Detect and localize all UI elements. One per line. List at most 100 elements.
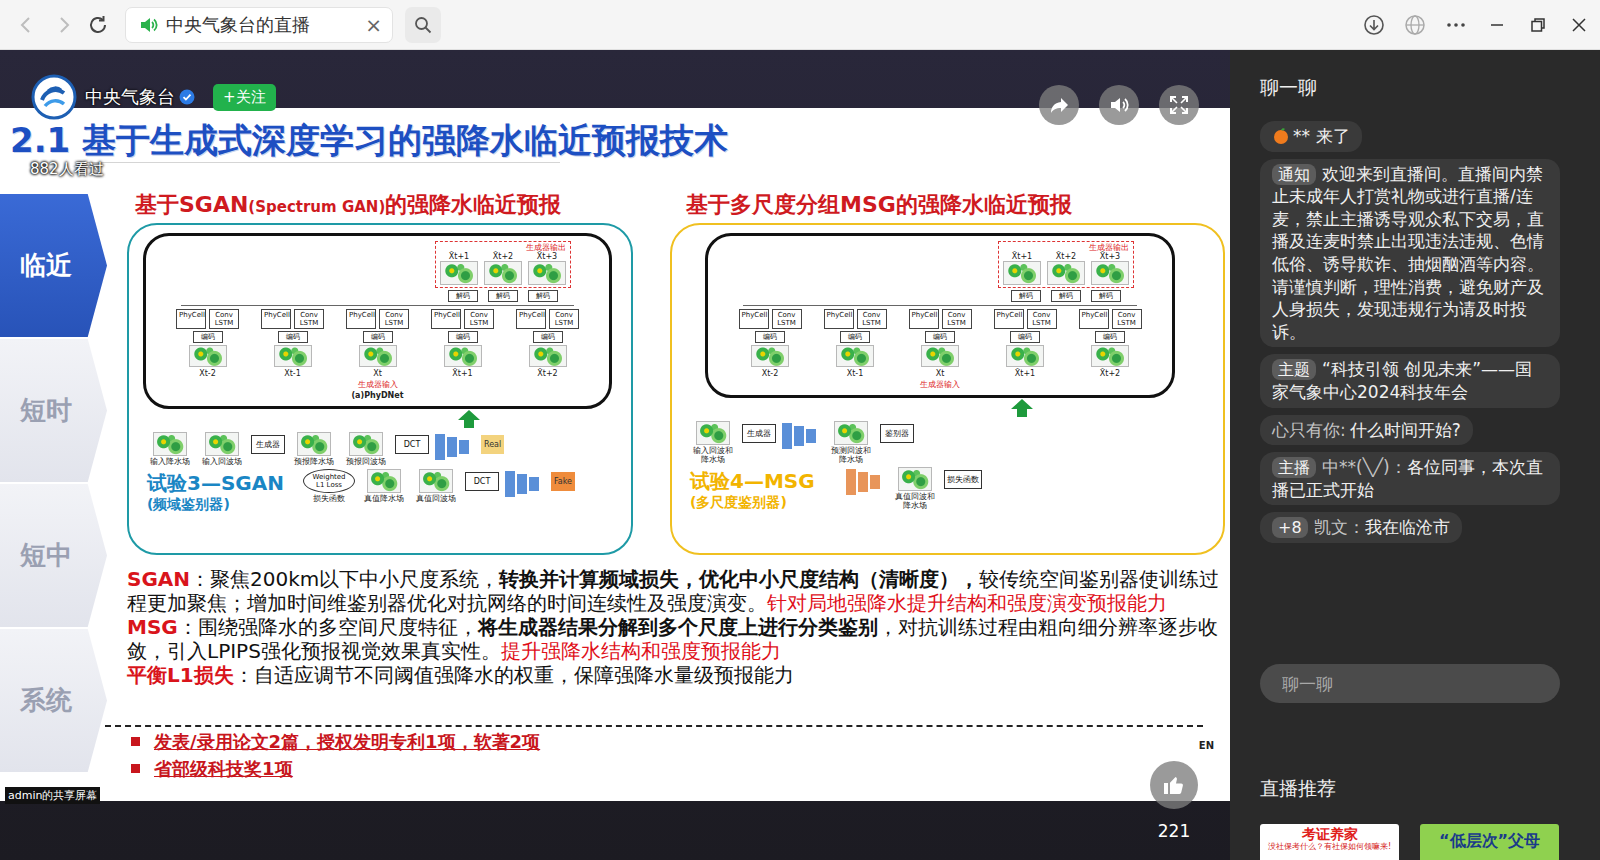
download-icon[interactable] — [1359, 10, 1389, 40]
restore-icon[interactable] — [1523, 10, 1553, 40]
panel-heading: 基于SGAN(Spectrum GAN)的强降水临近预报 — [127, 190, 641, 220]
nav-label: 短中 — [20, 538, 72, 573]
volume-button[interactable] — [1099, 85, 1139, 125]
browser-tab[interactable]: 中央气象台的直播× — [125, 7, 393, 43]
panel-heading: 基于多尺度分组MSG的强降水临近预报 — [678, 190, 1230, 220]
flow-tag: Real — [481, 432, 504, 454]
decode-box: 解码 — [1091, 290, 1121, 302]
tab-close-button[interactable]: × — [365, 15, 382, 35]
flow-row: 输入回波和降水场生成器预测回波和降水场鉴别器 — [690, 421, 1213, 464]
radar-map-thumbnail — [359, 345, 397, 367]
flow-box: 鉴别器 — [880, 424, 914, 443]
message-text: 什么时间开始? — [1350, 420, 1461, 440]
cell-box: Conv LSTM — [857, 309, 887, 329]
cell-box: Conv LSTM — [549, 309, 579, 329]
flow-diagram: 输入回波和降水场生成器预测回波和降水场鉴别器试验4—MSG(多尺度鉴别器)真值回… — [672, 398, 1223, 517]
flow-box: DCT — [395, 435, 429, 454]
radar-map-thumbnail — [189, 345, 227, 367]
flow-box: DCT — [465, 472, 499, 491]
frame-label: X̂t+1 — [452, 369, 472, 378]
diagram-caption: (a)PhyDNet — [351, 391, 403, 400]
message-text: 我在临沧市 — [1365, 517, 1450, 537]
view-count: 882人看过 — [30, 160, 104, 179]
channel-logo-icon[interactable] — [31, 74, 77, 120]
share-button[interactable] — [1039, 85, 1079, 125]
input-column: PhyCellConv LSTM编码Xt — [346, 309, 409, 378]
radar-map-thumbnail — [153, 432, 187, 456]
loss-oval: Weighted L1 Loss — [303, 469, 355, 493]
panel-headings: 基于SGAN(Spectrum GAN)的强降水临近预报 基于多尺度分组MSG的强… — [127, 190, 1230, 220]
map-label: 预报降水场 — [294, 457, 334, 466]
generator-diagram: 生成器输出X̂t+1X̂t+2X̂t+3解码解码解码PhyCellConv LS… — [705, 233, 1175, 398]
decode-row: 解码解码解码 — [1011, 290, 1121, 302]
flow-map: 输入回波和降水场 — [690, 421, 736, 464]
flow-map: 预测回波和降水场 — [828, 421, 874, 464]
achievement-item: 发表/录用论文2篇，授权发明专利1项，软著2项 — [127, 728, 1230, 755]
close-icon[interactable] — [1564, 10, 1594, 40]
message-badge: 主播 — [1272, 457, 1316, 478]
decode-box: 解码 — [528, 290, 558, 302]
radar-map-thumbnail — [274, 345, 312, 367]
chat-input[interactable] — [1260, 664, 1560, 703]
cell-pair: PhyCellConv LSTM — [909, 309, 972, 329]
panels: 生成器输出X̂t+1X̂t+2X̂t+3解码解码解码PhyCellConv LS… — [127, 223, 1230, 555]
radar-map-thumbnail — [205, 432, 239, 456]
forward-icon[interactable] — [52, 13, 76, 37]
input-column: PhyCellConv LSTM编码Xt-2 — [739, 309, 802, 378]
encode-box: 编码 — [278, 331, 308, 343]
flow-map: 预报降水场 — [291, 432, 337, 466]
reload-icon[interactable] — [86, 13, 110, 37]
map-label: 输入回波场 — [202, 457, 242, 466]
feature-layer — [806, 429, 816, 443]
achievement-item: 省部级科技奖1项 — [127, 755, 1230, 782]
user-name: ** — [1293, 126, 1310, 146]
cell-box: Conv LSTM — [464, 309, 494, 329]
card-subtitle: 没社保考什么？有社保如何领嘛来! — [1268, 842, 1391, 852]
cell-box: Conv LSTM — [209, 309, 239, 329]
loss-label: 损失函数 — [313, 494, 345, 503]
frame-label: Xt-2 — [762, 369, 779, 378]
cell-pair: PhyCellConv LSTM — [176, 309, 239, 329]
thumbs-up-icon — [1162, 773, 1186, 797]
up-arrow-icon — [830, 398, 1213, 418]
feature-layer — [846, 469, 856, 495]
search-button[interactable] — [405, 7, 441, 43]
encode-box: 编码 — [363, 331, 393, 343]
frame-label: Xt-2 — [199, 369, 216, 378]
fullscreen-button[interactable] — [1159, 85, 1199, 125]
message-text: 来了 — [1316, 126, 1350, 146]
encode-box: 编码 — [533, 331, 563, 343]
input-label: 生成器输入 — [920, 380, 960, 389]
screen-share-label: admin的共享屏幕 — [5, 787, 100, 804]
minimize-icon[interactable] — [1482, 10, 1512, 40]
frame-label: X̂t+3 — [537, 252, 557, 261]
browser-toolbar: 中央气象台的直播× — [0, 0, 1600, 50]
decode-box: 解码 — [488, 290, 518, 302]
like-button[interactable] — [1150, 761, 1198, 809]
experiment-panel: 生成器输出X̂t+1X̂t+2X̂t+3解码解码解码PhyCellConv LS… — [670, 223, 1225, 555]
input-column: PhyCellConv LSTM编码Xt — [909, 309, 972, 378]
slide-nav: 临近短时短中系统 — [0, 194, 107, 801]
cell-pair: PhyCellConv LSTM — [824, 309, 887, 329]
verified-icon — [179, 89, 195, 105]
channel-name[interactable]: 中央气象台 — [85, 85, 175, 109]
follow-button[interactable]: +关注 — [213, 84, 276, 111]
back-icon[interactable] — [14, 13, 38, 37]
message-text: 欢迎来到直播间。直播间内禁止未成年人打赏礼物或进行直播/连麦，禁止主播诱导观众私… — [1272, 164, 1544, 342]
recommend-card[interactable]: 考证养家没社保考什么？有社保如何领嘛来! — [1260, 824, 1399, 860]
output-frame: X̂t+1 — [440, 252, 478, 285]
heading-part: 基于多尺度分组MSG的强降水临近预报 — [686, 190, 1072, 220]
radar-map-thumbnail — [484, 261, 522, 285]
more-icon[interactable] — [1441, 10, 1471, 40]
channel-info: 中央气象台 +关注 — [31, 74, 276, 120]
recommend-card[interactable]: “低层次”父母 — [1420, 824, 1559, 860]
encode-box: 编码 — [448, 331, 478, 343]
feature-stack — [435, 434, 475, 460]
globe-icon[interactable] — [1400, 10, 1430, 40]
cell-box: Conv LSTM — [294, 309, 324, 329]
frame-label: X̂t+3 — [1100, 252, 1120, 261]
cell-box: Conv LSTM — [772, 309, 802, 329]
output-group: 生成器输出X̂t+1X̂t+2X̂t+3解码解码解码 — [998, 241, 1134, 302]
frame-label: Xt-1 — [847, 369, 864, 378]
flow-box: 生成器 — [251, 435, 285, 454]
